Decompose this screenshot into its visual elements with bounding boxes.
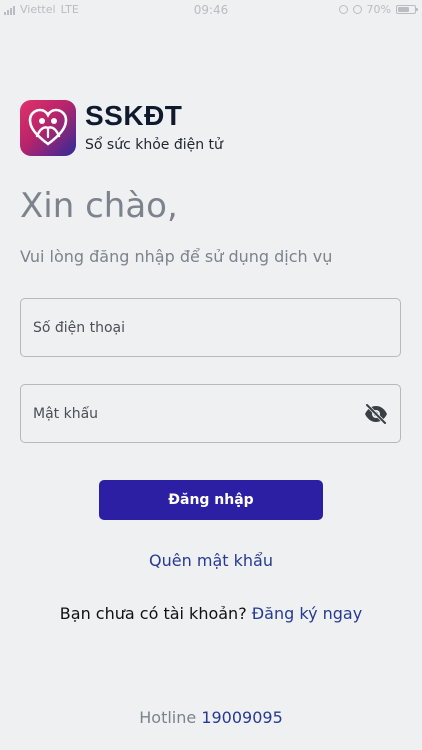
forgot-password-link[interactable]: Quên mật khẩu bbox=[0, 551, 422, 570]
app-name: SSKĐT bbox=[85, 100, 183, 131]
battery-level bbox=[398, 7, 410, 12]
app-subtitle: Sổ sức khỏe điện tử bbox=[85, 137, 223, 153]
show-password-button[interactable] bbox=[362, 401, 390, 427]
hotline-label: Hotline bbox=[139, 708, 197, 727]
alarm-icon bbox=[352, 5, 362, 14]
status-right: 70% bbox=[338, 3, 418, 16]
hotline-number[interactable]: 19009095 bbox=[201, 708, 282, 727]
register-row: Bạn chưa có tài khoản? Đăng ký ngay bbox=[0, 604, 422, 623]
app-logo bbox=[20, 100, 76, 156]
register-link[interactable]: Đăng ký ngay bbox=[252, 604, 362, 623]
greeting-title: Xin chào, bbox=[20, 186, 178, 226]
battery-percent: 70% bbox=[366, 3, 391, 16]
register-prompt: Bạn chưa có tài khoản? bbox=[59, 604, 247, 623]
password-field[interactable] bbox=[20, 384, 401, 443]
status-bar: Viettel LTE 09:46 70% bbox=[0, 0, 422, 24]
orientation-lock-icon bbox=[338, 5, 348, 14]
greeting-subtitle: Vui lòng đăng nhập để sử dụng dịch vụ bbox=[20, 247, 333, 266]
hotline-row: Hotline 19009095 bbox=[0, 708, 422, 727]
phone-input[interactable] bbox=[33, 299, 353, 356]
password-input[interactable] bbox=[33, 385, 353, 442]
battery-icon bbox=[396, 5, 418, 14]
heart-people-icon bbox=[28, 108, 68, 146]
phone-field[interactable] bbox=[20, 298, 401, 357]
login-button[interactable]: Đăng nhập bbox=[99, 480, 323, 520]
eye-off-icon bbox=[365, 403, 387, 425]
